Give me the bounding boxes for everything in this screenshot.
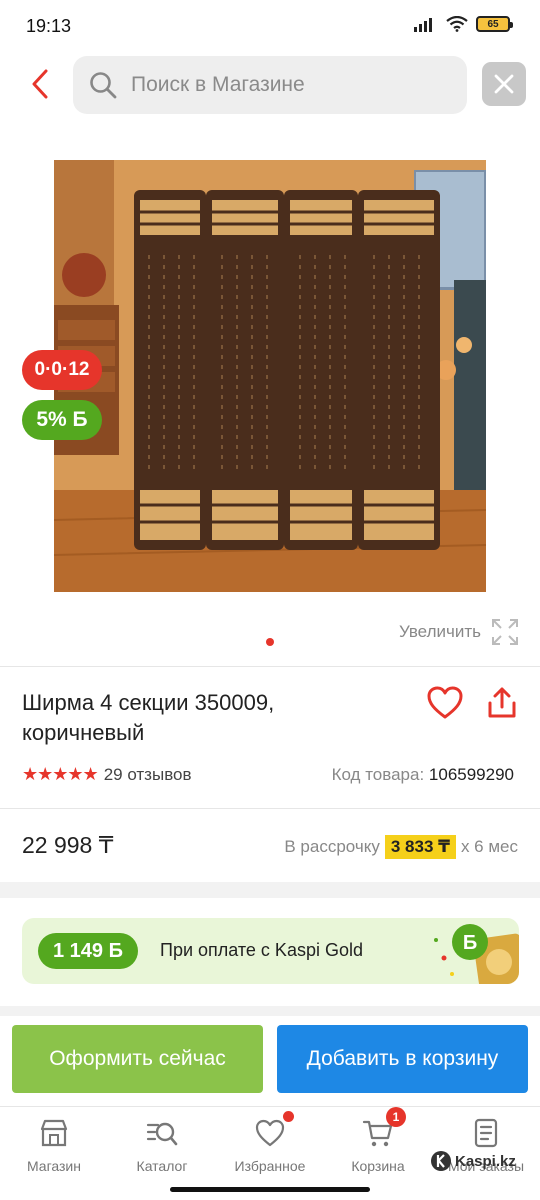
nav-item-cart[interactable]: 1 Корзина <box>324 1107 432 1187</box>
orders-icon <box>474 1118 498 1148</box>
status-icons: 65 <box>414 16 513 32</box>
chevron-left-icon <box>32 69 48 99</box>
divider <box>0 808 540 809</box>
nav-item-favorites[interactable]: Избранное <box>216 1111 324 1187</box>
divider <box>0 666 540 667</box>
share-icon <box>488 687 516 718</box>
bonus-badge: 5% Б <box>22 400 102 440</box>
installment-badge: 0·0·12 <box>22 350 102 390</box>
favorites-notification-dot <box>283 1111 294 1122</box>
search-box[interactable] <box>73 56 467 114</box>
nav-item-catalog[interactable]: Каталог <box>108 1117 216 1187</box>
zoom-label: Увеличить <box>399 622 481 641</box>
installment-amount: 3 833 ₸ <box>384 835 456 859</box>
status-bar: 19:13 65 <box>0 0 540 52</box>
signal-icon <box>414 18 432 32</box>
product-price: 22 998 ₸ <box>22 832 114 858</box>
favorite-button[interactable] <box>426 685 464 721</box>
status-time: 19:13 <box>26 16 72 36</box>
nav-item-store[interactable]: Магазин <box>0 1117 108 1187</box>
kaspi-gold-card-icon: Б <box>434 924 519 984</box>
nav-label-favorites: Избранное <box>234 1158 306 1174</box>
reviews-link[interactable]: 29 отзывов <box>104 765 192 785</box>
rating: ★★★★★ 29 отзывов <box>22 764 192 785</box>
product-code-value: 106599290 <box>428 765 514 784</box>
section-gap <box>0 882 540 898</box>
heart-icon <box>427 686 463 719</box>
installment-prefix: В рассрочку <box>284 837 380 856</box>
kaspi-logo-icon <box>431 1151 451 1171</box>
home-indicator[interactable] <box>170 1187 370 1192</box>
section-gap <box>0 1006 540 1016</box>
wifi-icon <box>446 16 468 32</box>
rating-stars-icon: ★★★★★ <box>22 764 99 784</box>
kaspi-gold-banner[interactable]: 1 149 Б При оплате с Kaspi Gold Б <box>22 918 519 984</box>
close-icon <box>494 74 514 94</box>
search-icon <box>87 69 119 101</box>
cart-icon-wrap: 1 <box>362 1107 406 1149</box>
catalog-search-icon <box>146 1122 178 1146</box>
product-gallery: 0·0·12 5% Б Увеличить <box>0 160 540 660</box>
watermark-text: Kaspi.kz <box>455 1152 516 1170</box>
product-code: Код товара: 106599290 <box>332 765 514 785</box>
svg-text:Б: Б <box>463 932 477 954</box>
back-button[interactable] <box>20 64 60 104</box>
add-to-cart-button[interactable]: Добавить в корзину <box>277 1025 528 1093</box>
battery-icon: 65 <box>476 16 513 32</box>
installment-info: В рассрочку 3 833 ₸ x 6 мес <box>284 835 518 859</box>
nav-label-store: Магазин <box>26 1158 81 1174</box>
expand-icon <box>492 619 518 645</box>
heart-outline-icon <box>255 1119 285 1147</box>
share-button[interactable] <box>484 685 520 721</box>
gallery-pager-dot[interactable] <box>266 638 274 646</box>
cart-count-badge: 1 <box>386 1107 406 1127</box>
search-input[interactable] <box>131 73 451 97</box>
zoom-button[interactable]: Увеличить <box>399 618 519 646</box>
clear-search-button[interactable] <box>482 62 526 106</box>
search-header <box>0 52 540 120</box>
product-code-label: Код товара: <box>331 765 425 784</box>
store-icon <box>40 1119 68 1147</box>
product-image[interactable] <box>54 160 486 592</box>
product-title: Ширма 4 секции 350009, коричневый <box>22 690 275 745</box>
nav-label-cart: Корзина <box>351 1158 405 1174</box>
buy-now-button[interactable]: Оформить сейчас <box>12 1025 263 1093</box>
favorites-icon-wrap <box>254 1111 294 1149</box>
gold-banner-text: При оплате с Kaspi Gold <box>160 940 363 960</box>
nav-label-catalog: Каталог <box>136 1158 188 1174</box>
gold-bonus-pill: 1 149 Б <box>38 933 138 969</box>
kaspi-watermark: Kaspi.kz <box>430 1150 516 1172</box>
installment-suffix: x 6 мес <box>460 837 518 856</box>
